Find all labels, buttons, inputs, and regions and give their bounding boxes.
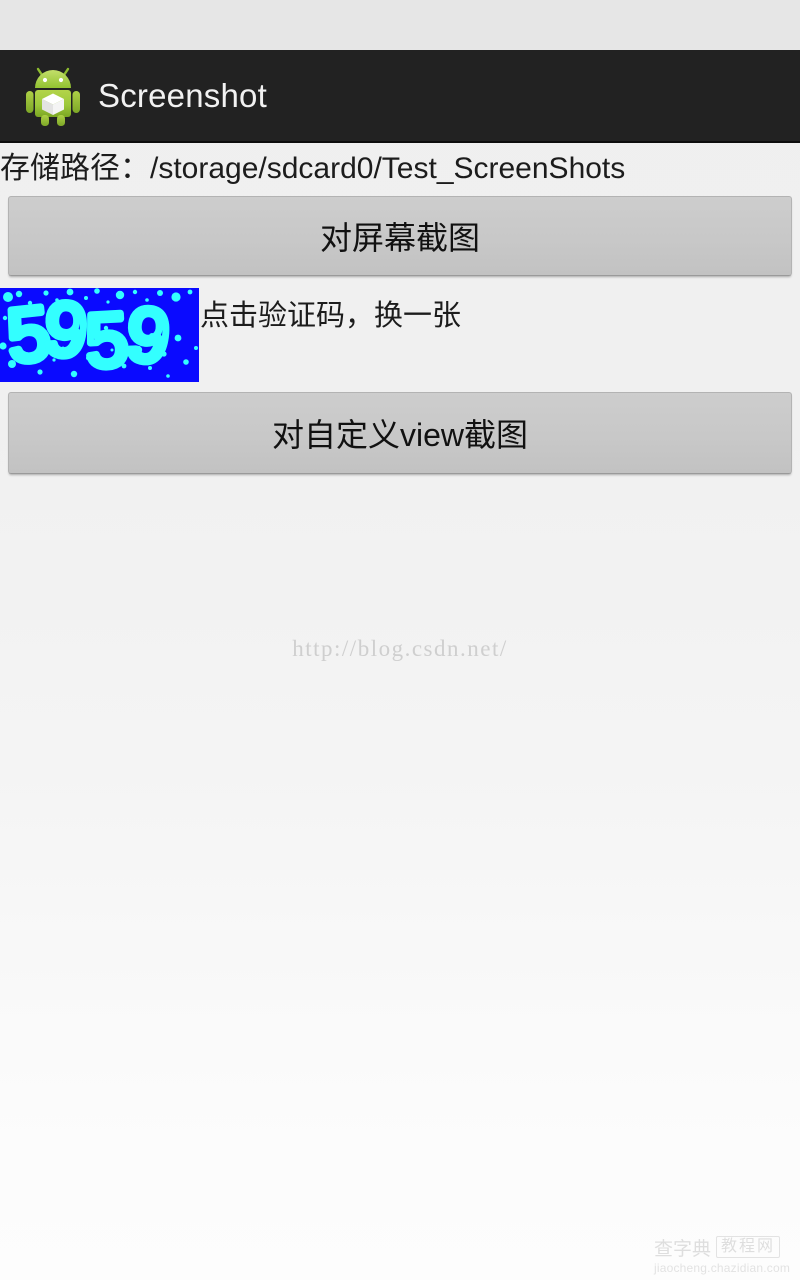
site-watermark-badge: 教程网 [716,1236,781,1258]
captcha-hint-label: 点击验证码，换一张 [200,300,462,332]
app-screen: Screenshot 存储路径：/storage/sdcard0/Test_Sc… [0,0,800,1280]
capture-screen-button[interactable]: 对屏幕截图 [8,196,792,276]
site-watermark-top: 查字典 教程网 [654,1234,794,1260]
captcha-image[interactable]: 5 9 5 9 [0,288,199,382]
site-watermark-url: jiaocheng.chazidian.com [654,1261,791,1275]
captcha-row: 5 9 5 9 点击验证码，换一张 [0,288,800,382]
app-title: Screenshot [98,77,267,114]
site-watermark-name: 查字典 [654,1238,712,1260]
storage-path-label: 存储路径：/storage/sdcard0/Test_ScreenShots [0,152,626,185]
capture-custom-view-button[interactable]: 对自定义view截图 [8,392,792,474]
site-watermark: 查字典 教程网 jiaocheng.chazidian.com [654,1234,794,1278]
action-bar: Screenshot [0,50,800,143]
status-bar [0,0,800,50]
blog-watermark: http://blog.csdn.net/ [292,636,508,661]
android-robot-icon [26,67,80,126]
